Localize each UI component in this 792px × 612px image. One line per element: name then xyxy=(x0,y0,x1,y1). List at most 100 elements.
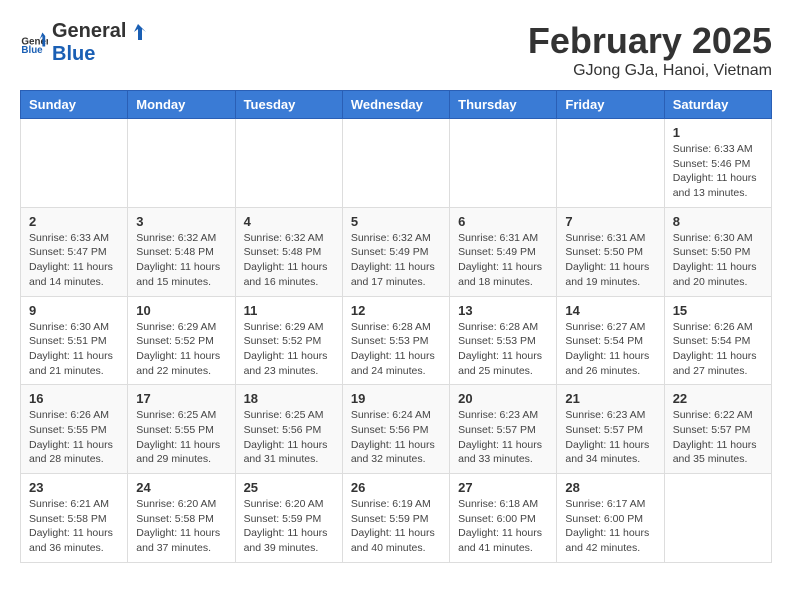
title-section: February 2025 GJong GJa, Hanoi, Vietnam xyxy=(528,20,772,80)
day-info: Sunrise: 6:26 AM Sunset: 5:54 PM Dayligh… xyxy=(673,320,763,379)
day-info: Sunrise: 6:18 AM Sunset: 6:00 PM Dayligh… xyxy=(458,497,548,556)
day-number: 1 xyxy=(673,125,763,140)
logo: General Blue General Blue xyxy=(20,20,148,66)
day-info: Sunrise: 6:25 AM Sunset: 5:55 PM Dayligh… xyxy=(136,408,226,467)
calendar-day-cell xyxy=(235,119,342,208)
calendar-day-cell: 11 Sunrise: 6:29 AM Sunset: 5:52 PM Dayli… xyxy=(235,296,342,385)
day-info: Sunrise: 6:17 AM Sunset: 6:00 PM Dayligh… xyxy=(565,497,655,556)
calendar-day-cell: 4 Sunrise: 6:32 AM Sunset: 5:48 PM Daylig… xyxy=(235,207,342,296)
calendar-day-cell xyxy=(21,119,128,208)
weekday-header-thursday: Thursday xyxy=(450,91,557,119)
calendar-table: SundayMondayTuesdayWednesdayThursdayFrid… xyxy=(20,90,772,563)
calendar-day-cell: 20Sunrise: 6:23 AM Sunset: 5:57 PM Dayli… xyxy=(450,385,557,474)
day-info: Sunrise: 6:19 AM Sunset: 5:59 PM Dayligh… xyxy=(351,497,441,556)
calendar-day-cell xyxy=(128,119,235,208)
day-info: Sunrise: 6:30 AM Sunset: 5:51 PM Dayligh… xyxy=(29,320,119,379)
day-number: 6 xyxy=(458,214,548,229)
calendar-day-cell: 17Sunrise: 6:25 AM Sunset: 5:55 PM Dayli… xyxy=(128,385,235,474)
day-info: Sunrise: 6:28 AM Sunset: 5:53 PM Dayligh… xyxy=(458,320,548,379)
calendar-day-cell: 26 Sunrise: 6:19 AM Sunset: 5:59 PM Dayli… xyxy=(342,474,449,563)
day-info: Sunrise: 6:24 AM Sunset: 5:56 PM Dayligh… xyxy=(351,408,441,467)
day-number: 16 xyxy=(29,391,119,406)
calendar-day-cell: 19 Sunrise: 6:24 AM Sunset: 5:56 PM Dayli… xyxy=(342,385,449,474)
calendar-week-row: 1 Sunrise: 6:33 AM Sunset: 5:46 PM Daylig… xyxy=(21,119,772,208)
calendar-day-cell xyxy=(342,119,449,208)
day-info: Sunrise: 6:29 AM Sunset: 5:52 PM Dayligh… xyxy=(136,320,226,379)
calendar-week-row: 2Sunrise: 6:33 AM Sunset: 5:47 PM Daylig… xyxy=(21,207,772,296)
svg-text:Blue: Blue xyxy=(21,45,43,56)
day-number: 21 xyxy=(565,391,655,406)
calendar-day-cell: 5 Sunrise: 6:32 AM Sunset: 5:49 PM Daylig… xyxy=(342,207,449,296)
calendar-day-cell: 9Sunrise: 6:30 AM Sunset: 5:51 PM Daylig… xyxy=(21,296,128,385)
day-number: 7 xyxy=(565,214,655,229)
day-info: Sunrise: 6:21 AM Sunset: 5:58 PM Dayligh… xyxy=(29,497,119,556)
calendar-day-cell: 2Sunrise: 6:33 AM Sunset: 5:47 PM Daylig… xyxy=(21,207,128,296)
weekday-header-saturday: Saturday xyxy=(664,91,771,119)
day-number: 5 xyxy=(351,214,441,229)
day-info: Sunrise: 6:20 AM Sunset: 5:59 PM Dayligh… xyxy=(244,497,334,556)
logo-icon: General Blue xyxy=(20,29,48,57)
calendar-day-cell: 28 Sunrise: 6:17 AM Sunset: 6:00 PM Dayli… xyxy=(557,474,664,563)
day-info: Sunrise: 6:22 AM Sunset: 5:57 PM Dayligh… xyxy=(673,408,763,467)
weekday-header-row: SundayMondayTuesdayWednesdayThursdayFrid… xyxy=(21,91,772,119)
day-number: 27 xyxy=(458,480,548,495)
calendar-day-cell: 15Sunrise: 6:26 AM Sunset: 5:54 PM Dayli… xyxy=(664,296,771,385)
calendar-day-cell: 25 Sunrise: 6:20 AM Sunset: 5:59 PM Dayli… xyxy=(235,474,342,563)
logo-general: General xyxy=(52,20,126,43)
day-info: Sunrise: 6:31 AM Sunset: 5:50 PM Dayligh… xyxy=(565,231,655,290)
day-number: 23 xyxy=(29,480,119,495)
day-number: 24 xyxy=(136,480,226,495)
logo-blue: Blue xyxy=(52,43,95,65)
page-header: General Blue General Blue February 2025 … xyxy=(20,20,772,80)
day-number: 10 xyxy=(136,303,226,318)
calendar-day-cell xyxy=(557,119,664,208)
calendar-day-cell: 24 Sunrise: 6:20 AM Sunset: 5:58 PM Dayli… xyxy=(128,474,235,563)
calendar-day-cell: 23 Sunrise: 6:21 AM Sunset: 5:58 PM Dayli… xyxy=(21,474,128,563)
calendar-week-row: 16 Sunrise: 6:26 AM Sunset: 5:55 PM Dayli… xyxy=(21,385,772,474)
calendar-day-cell xyxy=(664,474,771,563)
month-year-title: February 2025 xyxy=(528,20,772,62)
day-info: Sunrise: 6:32 AM Sunset: 5:49 PM Dayligh… xyxy=(351,231,441,290)
day-info: Sunrise: 6:31 AM Sunset: 5:49 PM Dayligh… xyxy=(458,231,548,290)
day-info: Sunrise: 6:32 AM Sunset: 5:48 PM Dayligh… xyxy=(136,231,226,290)
day-number: 13 xyxy=(458,303,548,318)
day-info: Sunrise: 6:33 AM Sunset: 5:47 PM Dayligh… xyxy=(29,231,119,290)
day-number: 18 xyxy=(244,391,334,406)
weekday-header-friday: Friday xyxy=(557,91,664,119)
calendar-day-cell: 1 Sunrise: 6:33 AM Sunset: 5:46 PM Daylig… xyxy=(664,119,771,208)
day-number: 26 xyxy=(351,480,441,495)
calendar-day-cell: 13 Sunrise: 6:28 AM Sunset: 5:53 PM Dayli… xyxy=(450,296,557,385)
day-info: Sunrise: 6:20 AM Sunset: 5:58 PM Dayligh… xyxy=(136,497,226,556)
day-number: 8 xyxy=(673,214,763,229)
day-info: Sunrise: 6:32 AM Sunset: 5:48 PM Dayligh… xyxy=(244,231,334,290)
day-number: 22 xyxy=(673,391,763,406)
calendar-day-cell: 3Sunrise: 6:32 AM Sunset: 5:48 PM Daylig… xyxy=(128,207,235,296)
day-info: Sunrise: 6:23 AM Sunset: 5:57 PM Dayligh… xyxy=(565,408,655,467)
day-info: Sunrise: 6:28 AM Sunset: 5:53 PM Dayligh… xyxy=(351,320,441,379)
calendar-day-cell: 7 Sunrise: 6:31 AM Sunset: 5:50 PM Daylig… xyxy=(557,207,664,296)
location-subtitle: GJong GJa, Hanoi, Vietnam xyxy=(528,62,772,80)
day-number: 4 xyxy=(244,214,334,229)
calendar-day-cell: 18 Sunrise: 6:25 AM Sunset: 5:56 PM Dayli… xyxy=(235,385,342,474)
day-number: 25 xyxy=(244,480,334,495)
day-info: Sunrise: 6:25 AM Sunset: 5:56 PM Dayligh… xyxy=(244,408,334,467)
day-number: 20 xyxy=(458,391,548,406)
calendar-week-row: 23 Sunrise: 6:21 AM Sunset: 5:58 PM Dayli… xyxy=(21,474,772,563)
calendar-day-cell: 27 Sunrise: 6:18 AM Sunset: 6:00 PM Dayli… xyxy=(450,474,557,563)
day-info: Sunrise: 6:27 AM Sunset: 5:54 PM Dayligh… xyxy=(565,320,655,379)
day-number: 28 xyxy=(565,480,655,495)
day-info: Sunrise: 6:33 AM Sunset: 5:46 PM Dayligh… xyxy=(673,142,763,201)
calendar-day-cell: 10 Sunrise: 6:29 AM Sunset: 5:52 PM Dayli… xyxy=(128,296,235,385)
day-info: Sunrise: 6:26 AM Sunset: 5:55 PM Dayligh… xyxy=(29,408,119,467)
day-number: 14 xyxy=(565,303,655,318)
weekday-header-tuesday: Tuesday xyxy=(235,91,342,119)
weekday-header-wednesday: Wednesday xyxy=(342,91,449,119)
day-number: 19 xyxy=(351,391,441,406)
calendar-day-cell: 14 Sunrise: 6:27 AM Sunset: 5:54 PM Dayli… xyxy=(557,296,664,385)
day-info: Sunrise: 6:29 AM Sunset: 5:52 PM Dayligh… xyxy=(244,320,334,379)
weekday-header-sunday: Sunday xyxy=(21,91,128,119)
calendar-day-cell: 21 Sunrise: 6:23 AM Sunset: 5:57 PM Dayli… xyxy=(557,385,664,474)
day-number: 11 xyxy=(244,303,334,318)
calendar-day-cell: 8Sunrise: 6:30 AM Sunset: 5:50 PM Daylig… xyxy=(664,207,771,296)
calendar-day-cell: 16 Sunrise: 6:26 AM Sunset: 5:55 PM Dayli… xyxy=(21,385,128,474)
